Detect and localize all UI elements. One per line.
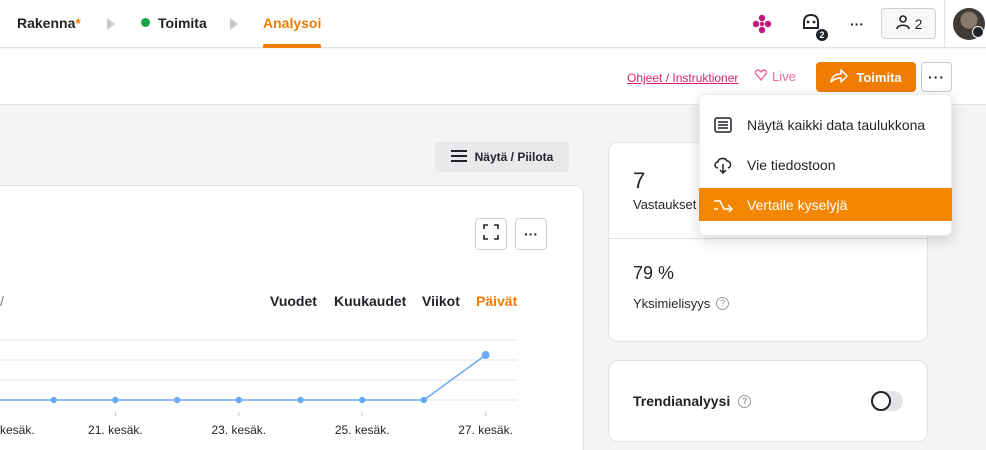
share-arrow-icon [830,68,849,86]
step-arrow-icon [107,18,115,30]
menu-item-compare-surveys[interactable]: Vertaile kyselyjä [699,188,952,221]
data-point[interactable] [173,396,181,404]
trend-analysis-toggle[interactable] [871,391,903,411]
publish-button[interactable]: Toimita [816,62,916,92]
axis-mark: / [0,293,4,309]
broadcast-icon [754,69,768,84]
menu-item-export[interactable]: Vie tiedostoon [699,148,952,181]
data-point[interactable] [50,396,57,404]
status-dot-icon [141,18,150,27]
notifications-icon[interactable]: 2 [799,10,829,42]
period-tab-months[interactable]: Kuukaudet [334,293,406,309]
cloud-download-icon [699,156,747,174]
menu-item-show-table[interactable]: Näytä kaikki data taulukkona [699,108,952,141]
app-logo-icon[interactable] [750,10,774,38]
x-tick-label: 21. kesäk. [88,423,143,437]
data-point[interactable] [112,396,119,404]
divider [944,0,945,48]
step-analysoi[interactable]: Analysoi [263,15,321,31]
data-point[interactable] [420,396,428,404]
collaborators-button[interactable]: 2 [881,8,936,39]
compare-arrows-icon [699,198,747,212]
series-line [0,354,487,401]
agreement-value: 79 % [633,263,675,283]
period-tab-days[interactable]: Päivät [476,293,517,309]
data-point[interactable] [359,396,366,404]
x-tick-label: 27. kesäk. [458,423,513,437]
step-toimita[interactable]: Toimita [141,15,207,31]
responses-label: Vastaukset [633,197,697,212]
active-step-indicator [263,44,321,48]
live-status: Live [754,69,796,84]
help-link[interactable]: Ohjeet / Instruktioner [627,71,738,85]
avatar-status-icon [972,26,984,38]
responses-line-chart: kesäk. 21. kesäk. 23. kesäk. 25. kesäk. 27. … [0,339,517,437]
show-hide-button[interactable]: Näytä / Piilota [435,142,569,172]
data-point[interactable] [235,396,242,404]
trend-analysis-label: Trendianalyysi ? [633,393,752,409]
more-options-button[interactable]: ··· [846,10,868,38]
info-icon[interactable]: ? [716,297,730,310]
menu-icon [450,149,467,165]
x-tick-label: kesäk. [0,423,35,437]
collaborators-icon [895,14,911,33]
data-point[interactable] [481,351,490,359]
chart-more-button[interactable]: ··· [515,218,547,250]
step-arrow-icon [230,18,238,30]
step-rakenna[interactable]: Rakenna* [17,15,81,31]
notifications-badge: 2 [815,28,829,42]
toggle-knob [871,391,891,411]
table-icon [699,116,747,133]
x-tick-label: 23. kesäk. [211,423,266,437]
responses-value: 7 [633,168,646,193]
period-tab-years[interactable]: Vuodet [270,293,317,309]
modified-mark: * [75,15,81,31]
data-point[interactable] [297,396,304,404]
x-tick-label: 25. kesäk. [335,423,390,437]
divider [609,238,927,239]
expand-icon [483,223,499,245]
agreement-label: Yksimielisyys ? [633,296,730,311]
info-icon[interactable]: ? [738,394,752,408]
more-actions-button[interactable]: ··· [921,62,952,92]
fullscreen-button[interactable] [475,218,507,250]
period-tab-weeks[interactable]: Viikot [422,293,460,309]
